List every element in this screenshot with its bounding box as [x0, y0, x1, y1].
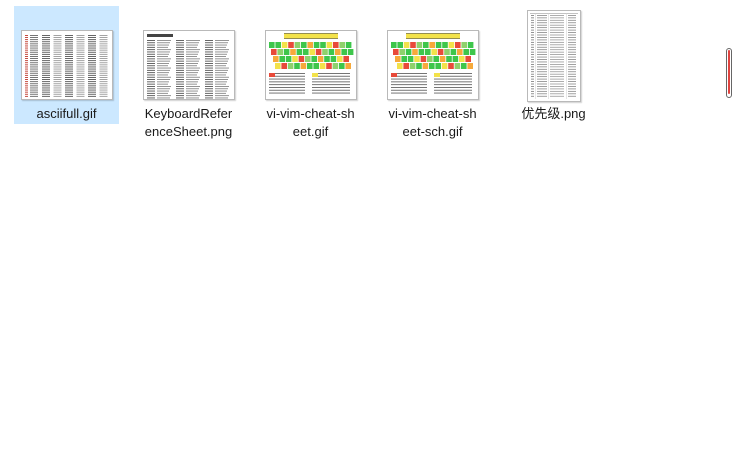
file-item-vi-vim-cheat-sheet[interactable]: vi-vim-cheat-sh eet.gif [258, 6, 363, 139]
file-name: asciifull.gif [36, 106, 97, 121]
file-name: KeyboardRefer enceSheet.png [144, 106, 233, 139]
vim-cheat-sheet-thumbnail-icon [264, 30, 357, 100]
scrollbar-thumb[interactable] [726, 48, 732, 98]
vim-cheat-sheet-sch-thumbnail-icon [386, 30, 479, 100]
ascii-table-thumbnail-icon [20, 30, 113, 100]
keyboard-reference-thumbnail-icon [142, 30, 235, 100]
file-name: vi-vim-cheat-sh eet-sch.gif [388, 106, 477, 139]
file-item-asciifull[interactable]: asciifull.gif [14, 6, 119, 124]
scrollbar-thumb-fill [728, 50, 730, 94]
file-item-keyboard-reference-sheet[interactable]: KeyboardRefer enceSheet.png [136, 6, 241, 139]
priority-table-thumbnail-icon [526, 10, 581, 102]
file-name: 优先级.png [521, 106, 586, 121]
file-item-priority-table[interactable]: 优先级.png [501, 6, 606, 124]
file-name: vi-vim-cheat-sh eet.gif [266, 106, 355, 139]
file-item-vi-vim-cheat-sheet-sch[interactable]: vi-vim-cheat-sh eet-sch.gif [380, 6, 485, 139]
vertical-scrollbar[interactable] [724, 46, 734, 98]
